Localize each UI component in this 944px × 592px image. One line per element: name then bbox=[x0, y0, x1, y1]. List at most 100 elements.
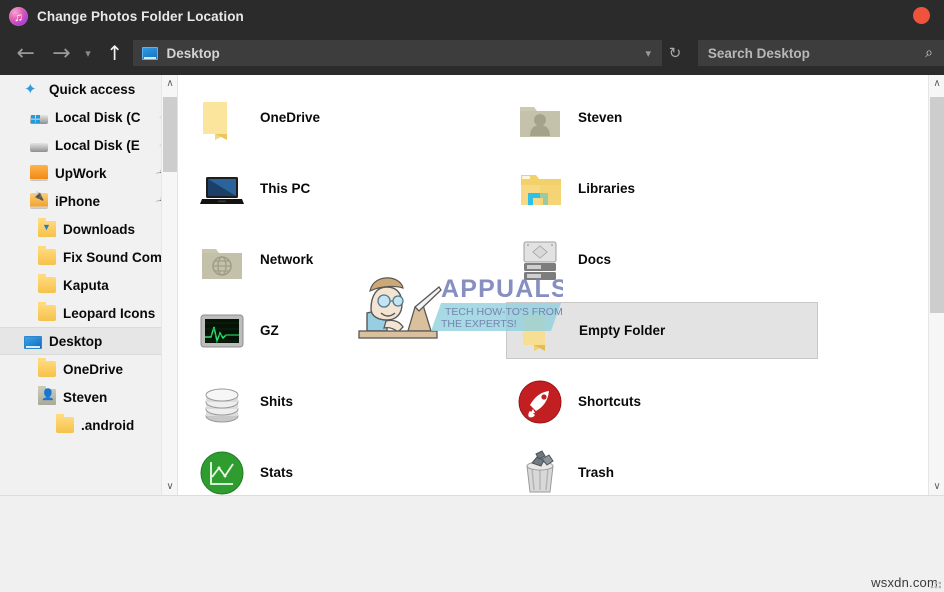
itunes-icon bbox=[9, 7, 28, 26]
file-item[interactable]: Shits bbox=[188, 373, 488, 430]
desktop-icon bbox=[142, 46, 159, 60]
file-picker-window: Change Photos Folder Location ← → ▾ ↑ De… bbox=[0, 0, 944, 592]
file-item-label: GZ bbox=[260, 323, 279, 338]
file-item-label: Shortcuts bbox=[578, 394, 642, 409]
trash-icon bbox=[516, 449, 564, 496]
folder-icon bbox=[38, 358, 56, 377]
sidebar-item-label: Downloads bbox=[63, 221, 136, 237]
scroll-down-icon[interactable]: ∨ bbox=[929, 478, 944, 495]
sidebar-item-kaputa[interactable]: Kaputa bbox=[0, 271, 177, 299]
sidebar-item-quick-access[interactable]: ✦ Quick access bbox=[0, 75, 177, 103]
sidebar-item-android[interactable]: .android bbox=[0, 411, 177, 439]
sidebar-item-label: Leopard Icons bbox=[63, 305, 156, 321]
usb-drive-icon bbox=[30, 191, 48, 209]
file-item-label: Libraries bbox=[578, 181, 636, 196]
scroll-up-icon[interactable]: ∧ bbox=[929, 75, 944, 92]
scrollbar-thumb[interactable] bbox=[163, 97, 177, 172]
onedrive-folder-icon bbox=[198, 94, 246, 142]
sidebar-item-onedrive[interactable]: OneDrive bbox=[0, 355, 177, 383]
refresh-icon[interactable]: ↻ bbox=[662, 40, 688, 66]
network-folder-icon bbox=[198, 236, 246, 284]
file-item[interactable]: GZ bbox=[188, 302, 488, 359]
file-item-label: This PC bbox=[260, 181, 311, 196]
navigation-bar: ← → ▾ ↑ Desktop ▾ ↻ Search Desktop ⌕ bbox=[0, 33, 944, 73]
file-pane-scrollbar[interactable]: ∧ ∨ bbox=[928, 75, 944, 495]
sidebar-item-label: Steven bbox=[63, 389, 108, 405]
breadcrumb[interactable]: Desktop bbox=[166, 46, 219, 61]
sidebar-item-label: Fix Sound Comi bbox=[63, 249, 166, 265]
sidebar-item-label: Local Disk (C bbox=[55, 109, 141, 125]
sidebar-item-label: .android bbox=[81, 417, 135, 433]
up-icon[interactable]: ↑ bbox=[102, 38, 128, 68]
chevron-down-icon[interactable]: ▾ bbox=[80, 38, 96, 68]
corner-watermark: wsxdn.com bbox=[871, 575, 938, 590]
scroll-up-icon[interactable]: ∧ bbox=[162, 75, 177, 92]
chevron-down-icon[interactable]: ▾ bbox=[636, 40, 660, 66]
stats-icon bbox=[198, 449, 246, 496]
file-item-label: Shits bbox=[260, 394, 294, 409]
sidebar-item-iphone[interactable]: iPhone📌 bbox=[0, 187, 177, 215]
file-list-pane: OneDrive This PC Network GZ Shits Stats Steven… bbox=[178, 75, 944, 495]
file-item-selected[interactable]: Empty Folder bbox=[506, 302, 818, 359]
file-item[interactable]: Trash bbox=[506, 444, 818, 495]
sidebar-item-upwork[interactable]: UpWork📌 bbox=[0, 159, 177, 187]
user-folder-icon bbox=[516, 94, 564, 142]
address-bar[interactable]: Desktop ▾ bbox=[133, 40, 663, 66]
search-input[interactable]: Search Desktop ⌕ bbox=[697, 40, 944, 66]
disks-icon bbox=[198, 378, 246, 426]
file-item[interactable]: Steven bbox=[506, 89, 818, 146]
title-bar: Change Photos Folder Location bbox=[0, 0, 944, 33]
search-icon: ⌕ bbox=[925, 45, 934, 61]
sidebar-item-label: OneDrive bbox=[63, 361, 124, 377]
file-item-label: Steven bbox=[578, 110, 623, 125]
desktop-icon bbox=[24, 335, 42, 349]
file-item-label: Network bbox=[260, 252, 314, 267]
navigation-sidebar: ✦Quick accessLocal Disk (C📌Local Disk (E… bbox=[0, 75, 178, 495]
folder-icon bbox=[38, 246, 56, 265]
page-title: Change Photos Folder Location bbox=[37, 9, 244, 24]
file-item[interactable]: Shortcuts bbox=[506, 373, 818, 430]
sidebar-item-label: Local Disk (E bbox=[55, 137, 140, 153]
sidebar-item-label: Desktop bbox=[49, 333, 103, 349]
folder-icon bbox=[517, 307, 565, 355]
sidebar-item-local-disk-c[interactable]: Local Disk (C📌 bbox=[0, 103, 177, 131]
sidebar-item-label: iPhone bbox=[55, 193, 101, 209]
file-item[interactable]: Stats bbox=[188, 444, 488, 495]
user-folder-icon bbox=[38, 386, 56, 405]
close-icon[interactable] bbox=[913, 7, 930, 24]
file-item[interactable]: Docs bbox=[506, 231, 818, 288]
harddrive-icon bbox=[516, 236, 564, 284]
back-icon[interactable]: ← bbox=[11, 38, 41, 68]
downloads-folder-icon bbox=[38, 218, 56, 237]
sidebar-item-fix-sound-comi[interactable]: Fix Sound Comi bbox=[0, 243, 177, 271]
disk-icon bbox=[30, 143, 48, 152]
sidebar-item-steven[interactable]: Steven bbox=[0, 383, 177, 411]
libraries-icon bbox=[516, 165, 564, 213]
folder-icon bbox=[38, 274, 56, 293]
rocket-icon bbox=[516, 378, 564, 426]
search-placeholder: Search Desktop bbox=[707, 45, 810, 61]
file-item-label: Trash bbox=[578, 465, 615, 480]
star-icon: ✦ bbox=[24, 80, 37, 98]
sidebar-item-desktop[interactable]: Desktop bbox=[0, 327, 177, 355]
windows-disk-icon bbox=[30, 115, 48, 124]
scrollbar-thumb[interactable] bbox=[930, 97, 944, 313]
sidebar-item-downloads[interactable]: Downloads bbox=[0, 215, 177, 243]
sidebar-list: ✦Quick accessLocal Disk (C📌Local Disk (E… bbox=[0, 75, 177, 439]
file-item-label: Stats bbox=[260, 465, 294, 480]
folder-icon bbox=[56, 414, 74, 433]
file-item[interactable]: This PC bbox=[188, 160, 488, 217]
sidebar-item-local-disk-e[interactable]: Local Disk (E📌 bbox=[0, 131, 177, 159]
sidebar-item-label: Quick access bbox=[49, 81, 136, 97]
file-item-label: Docs bbox=[578, 252, 612, 267]
sidebar-item-leopard-icons[interactable]: Leopard Icons bbox=[0, 299, 177, 327]
forward-icon[interactable]: → bbox=[47, 38, 77, 68]
laptop-icon bbox=[198, 165, 246, 213]
sidebar-scrollbar[interactable]: ∧ ∨ bbox=[161, 75, 177, 495]
file-item[interactable]: OneDrive bbox=[188, 89, 488, 146]
scroll-down-icon[interactable]: ∨ bbox=[162, 478, 177, 495]
resize-grip[interactable] bbox=[930, 578, 941, 589]
file-item-label: Empty Folder bbox=[579, 323, 666, 338]
file-item[interactable]: Network bbox=[188, 231, 488, 288]
file-item[interactable]: Libraries bbox=[506, 160, 818, 217]
